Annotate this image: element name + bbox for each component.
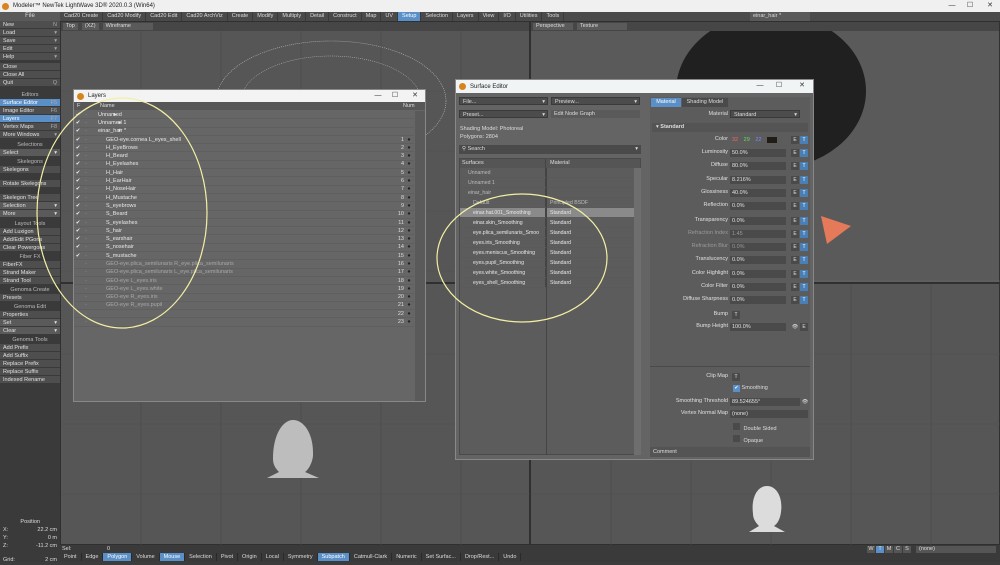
annotation-overlay — [36, 97, 608, 329]
annotation-circle-surfaces — [436, 193, 608, 323]
annotation-circle-layers — [36, 97, 208, 329]
